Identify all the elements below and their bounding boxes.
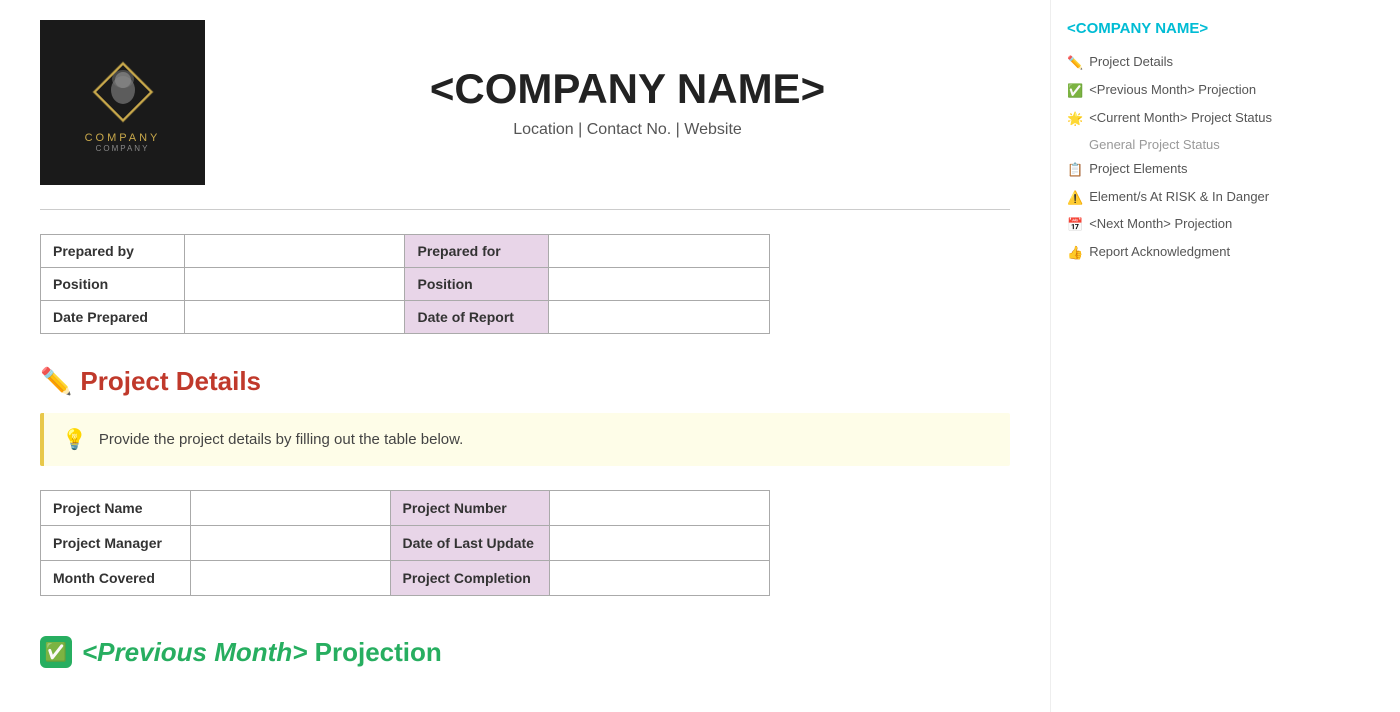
sidebar-label-project-details: Project Details [1089, 54, 1173, 71]
logo-diamond-svg [83, 52, 163, 132]
sidebar-item-project-elements[interactable]: 📋 Project Elements [1067, 156, 1314, 184]
sidebar-item-project-details[interactable]: ✏️ Project Details [1067, 49, 1314, 77]
label-date-of-report: Date of Report [405, 301, 549, 334]
value-position-right[interactable] [549, 268, 770, 301]
sidebar-item-risk[interactable]: ⚠️ Element/s At RISK & In Danger [1067, 184, 1314, 212]
table-row: Project Manager Date of Last Update [41, 526, 770, 561]
sidebar-label-next-month: <Next Month> Projection [1089, 216, 1232, 233]
sidebar-label-prev-month: <Previous Month> Projection [1089, 82, 1256, 99]
value-prepared-by[interactable] [184, 235, 405, 268]
value-project-manager[interactable] [190, 526, 390, 561]
label-date-prepared: Date Prepared [41, 301, 185, 334]
hint-text: Provide the project details by filling o… [99, 431, 463, 448]
logo-sub-text: COMPANY [96, 144, 150, 153]
value-date-of-report[interactable] [549, 301, 770, 334]
thumbsup-nav-icon: 👍 [1067, 245, 1083, 262]
header-info-table: Prepared by Prepared for Position Positi… [40, 234, 770, 334]
main-content: COMPANY COMPANY <COMPANY NAME> Location … [0, 0, 1050, 712]
sidebar-label-general-status: General Project Status [1089, 137, 1220, 152]
project-details-table: Project Name Project Number Project Mana… [40, 490, 770, 596]
clipboard-nav-icon: 📋 [1067, 162, 1083, 179]
header-section: COMPANY COMPANY <COMPANY NAME> Location … [40, 20, 1010, 185]
prev-month-suffix: Projection [315, 637, 442, 667]
prev-month-heading: ✅ <Previous Month> Projection [40, 636, 1010, 668]
star-nav-icon: 🌟 [1067, 111, 1083, 128]
logo-box: COMPANY COMPANY [40, 20, 205, 185]
value-date-prepared[interactable] [184, 301, 405, 334]
lightbulb-icon: 💡 [62, 427, 87, 452]
value-month-covered[interactable] [190, 561, 390, 596]
label-project-number: Project Number [390, 491, 550, 526]
label-prepared-for: Prepared for [405, 235, 549, 268]
sidebar-label-acknowledgment: Report Acknowledgment [1089, 244, 1230, 261]
pencil-icon: ✏️ [40, 366, 72, 397]
warning-nav-icon: ⚠️ [1067, 190, 1083, 207]
header-divider [40, 209, 1010, 210]
value-project-completion[interactable] [550, 561, 770, 596]
logo-brand-text: COMPANY [85, 132, 161, 144]
table-row: Project Name Project Number [41, 491, 770, 526]
label-date-last-update: Date of Last Update [390, 526, 550, 561]
label-prepared-by: Prepared by [41, 235, 185, 268]
sidebar-subitem-general-status[interactable]: General Project Status [1067, 133, 1314, 156]
prev-month-title: <Previous Month> Projection [82, 637, 442, 668]
value-position-left[interactable] [184, 268, 405, 301]
sidebar-company-name[interactable]: <COMPANY NAME> [1067, 20, 1314, 37]
value-date-last-update[interactable] [550, 526, 770, 561]
table-row: Prepared by Prepared for [41, 235, 770, 268]
label-month-covered: Month Covered [41, 561, 191, 596]
value-project-number[interactable] [550, 491, 770, 526]
label-position-right: Position [405, 268, 549, 301]
sidebar-label-project-elements: Project Elements [1089, 161, 1187, 178]
hint-box: 💡 Provide the project details by filling… [40, 413, 1010, 466]
company-contact: Location | Contact No. | Website [245, 121, 1010, 139]
sidebar-item-prev-month[interactable]: ✅ <Previous Month> Projection [1067, 77, 1314, 105]
value-project-name[interactable] [190, 491, 390, 526]
sidebar-label-current-month: <Current Month> Project Status [1089, 110, 1272, 127]
table-row: Position Position [41, 268, 770, 301]
pencil-nav-icon: ✏️ [1067, 55, 1083, 72]
label-position-left: Position [41, 268, 185, 301]
company-header-text: <COMPANY NAME> Location | Contact No. | … [245, 66, 1010, 138]
prev-month-italic: <Previous Month> [82, 637, 307, 667]
label-project-name: Project Name [41, 491, 191, 526]
label-project-completion: Project Completion [390, 561, 550, 596]
company-name-title: <COMPANY NAME> [245, 66, 1010, 112]
label-project-manager: Project Manager [41, 526, 191, 561]
sidebar-item-next-month[interactable]: 📅 <Next Month> Projection [1067, 211, 1314, 239]
value-prepared-for[interactable] [549, 235, 770, 268]
sidebar: <COMPANY NAME> ✏️ Project Details ✅ <Pre… [1050, 0, 1330, 712]
project-details-heading: ✏️ Project Details [40, 366, 1010, 397]
project-details-title: Project Details [80, 366, 261, 397]
sidebar-item-acknowledgment[interactable]: 👍 Report Acknowledgment [1067, 239, 1314, 267]
table-row: Date Prepared Date of Report [41, 301, 770, 334]
sidebar-item-current-month[interactable]: 🌟 <Current Month> Project Status [1067, 105, 1314, 133]
checkmark-icon: ✅ [40, 636, 72, 668]
sidebar-label-risk: Element/s At RISK & In Danger [1089, 189, 1269, 206]
table-row: Month Covered Project Completion [41, 561, 770, 596]
checkmark-nav-icon: ✅ [1067, 83, 1083, 100]
calendar-nav-icon: 📅 [1067, 217, 1083, 234]
